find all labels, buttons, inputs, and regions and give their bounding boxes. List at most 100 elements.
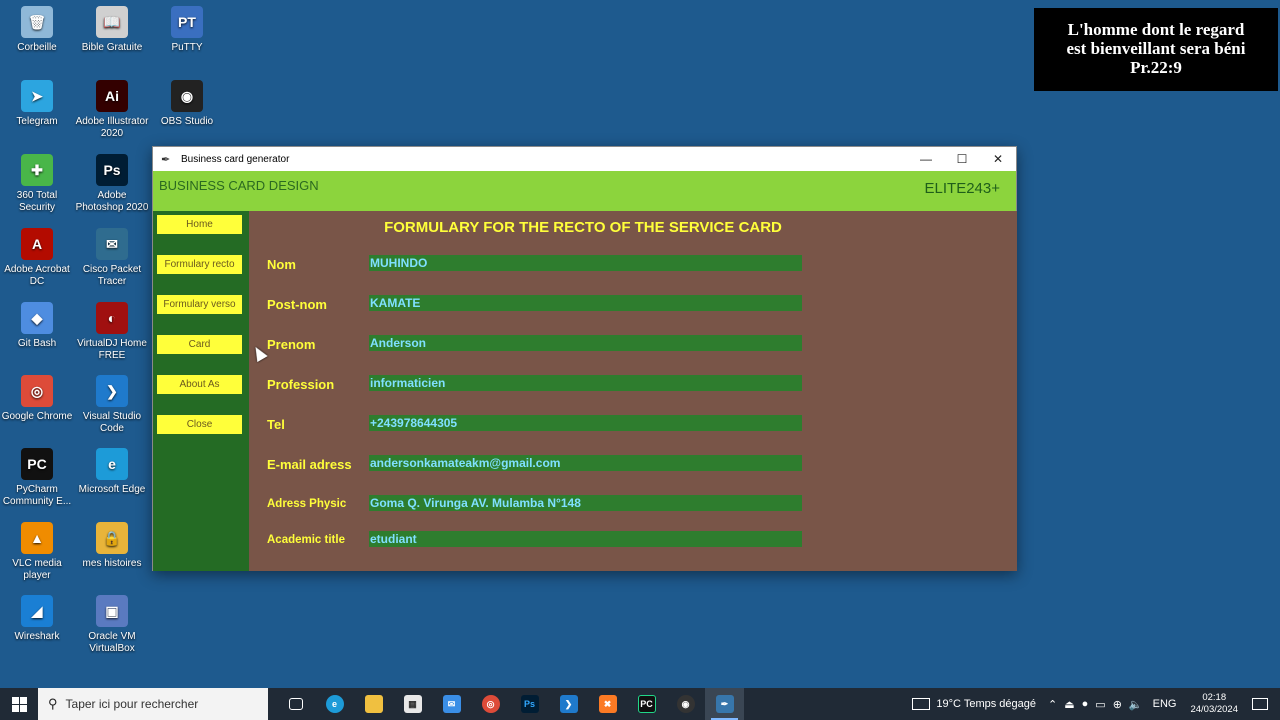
desktop-icon-label: Visual Studio Code [82, 411, 142, 434]
security-icon: ✚ [21, 154, 53, 186]
desktop-icon-label: Adobe Acrobat DC [4, 264, 70, 287]
email-input[interactable]: andersonkamateakm@gmail.com [369, 455, 802, 471]
feather-icon: ✒ [161, 153, 171, 166]
system-tray: 19°C Temps dégagé ⌃ ⏏ ● ▭ ⊕ 🔈 ENG 02:18 … [912, 688, 1280, 720]
usb-icon[interactable]: ⏏ [1064, 698, 1074, 711]
notification-icon[interactable] [1252, 698, 1268, 710]
desktop-icon[interactable]: ◆ Git Bash [0, 302, 74, 350]
clock[interactable]: 02:18 24/03/2024 [1190, 692, 1238, 716]
desktop-icon[interactable]: ◉ OBS Studio [150, 80, 224, 128]
start-button[interactable] [0, 688, 38, 720]
clock-time: 02:18 [1202, 692, 1227, 703]
desktop-icon[interactable]: ▣ Oracle VM VirtualBox [75, 595, 149, 655]
post-nom-label: Post-nom [267, 297, 327, 312]
prenom-input[interactable]: Anderson [369, 335, 802, 351]
about-button[interactable]: About As [157, 375, 242, 394]
vscode-icon: ❯ [559, 695, 578, 713]
formulary-recto-button[interactable]: Formulary recto [157, 255, 242, 274]
desktop-icon[interactable]: PT PuTTY [150, 6, 224, 54]
desktop-icon[interactable]: ❯ Visual Studio Code [75, 375, 149, 435]
chevron-up-icon[interactable]: ⌃ [1048, 698, 1057, 711]
vlc-icon: ▲ [21, 522, 53, 554]
clock-date: 24/03/2024 [1190, 704, 1238, 715]
taskbar: ⚲ Taper ici pour rechercher e ▦ ✉ ◎ Ps ❯… [0, 688, 1280, 720]
desktop-icon[interactable]: ◐ VirtualDJ Home FREE [75, 302, 149, 362]
taskbar-edge[interactable]: e [315, 688, 354, 720]
desktop-icon-label: Google Chrome [1, 411, 73, 422]
prenom-label: Prenom [267, 337, 316, 352]
taskbar-mail[interactable]: ✉ [432, 688, 471, 720]
taskbar-python[interactable]: ✒ [705, 688, 744, 720]
desktop-icon[interactable]: Ai Adobe Illustrator 2020 [75, 80, 149, 140]
recycle-bin-icon: 🗑 [21, 6, 53, 38]
chrome-icon: ◎ [481, 695, 500, 713]
desktop-icon-label: Bible Gratuite [81, 42, 143, 53]
desktop-icon[interactable]: ◢ Wireshark [0, 595, 74, 643]
folder-icon [364, 695, 383, 713]
taskbar-vscode[interactable]: ❯ [549, 688, 588, 720]
minimize-button[interactable]: — [908, 147, 944, 171]
taskbar-xampp[interactable]: ✖ [588, 688, 627, 720]
formulary-verso-button[interactable]: Formulary verso [157, 295, 242, 314]
virtualdj-icon: ◐ [96, 302, 128, 334]
taskbar-chrome[interactable]: ◎ [471, 688, 510, 720]
taskbar-search[interactable]: ⚲ Taper ici pour rechercher [38, 688, 268, 720]
desktop-icon[interactable]: Ps Adobe Photoshop 2020 [75, 154, 149, 214]
desktop-icon[interactable]: ✉ Cisco Packet Tracer [75, 228, 149, 288]
taskbar-pycharm[interactable]: PC [627, 688, 666, 720]
desktop-icon-label: Git Bash [17, 338, 57, 349]
tel-label: Tel [267, 417, 285, 432]
obs-icon: ◉ [171, 80, 203, 112]
chrome-icon: ◎ [21, 375, 53, 407]
language-indicator[interactable]: ENG [1153, 698, 1177, 710]
adress-physic-label: Adress Physic [267, 498, 347, 510]
desktop-icon[interactable]: ➤ Telegram [0, 80, 74, 128]
packet-tracer-icon: ✉ [96, 228, 128, 260]
close-button[interactable]: Close [157, 415, 242, 434]
desktop-icon-label: Wireshark [14, 631, 60, 642]
app-header-title: BUSINESS CARD DESIGN [159, 178, 319, 193]
windows-logo-icon [11, 696, 27, 712]
card-button[interactable]: Card [157, 335, 242, 354]
network-icon[interactable]: ⊕ [1113, 698, 1122, 711]
academic-title-label: Academic title [267, 534, 345, 546]
nom-input[interactable]: MUHINDO [369, 255, 802, 271]
desktop-icon[interactable]: 🔒 mes histoires [75, 522, 149, 570]
taskbar-obs[interactable]: ◉ [666, 688, 705, 720]
weather-widget[interactable]: 19°C Temps dégagé [912, 698, 1036, 710]
business-card-window: ✒ Business card generator — ☐ ✕ BUSINESS… [152, 146, 1017, 571]
close-window-button[interactable]: ✕ [980, 147, 1016, 171]
photoshop-icon: Ps [520, 695, 539, 713]
task-view-button[interactable] [276, 688, 315, 720]
battery-icon[interactable]: ▭ [1095, 698, 1105, 711]
volume-icon[interactable]: 🔈 [1129, 698, 1143, 711]
app-tray-icon[interactable]: ● [1082, 698, 1089, 711]
nom-label: Nom [267, 257, 296, 272]
desktop-icon[interactable]: 📖 Bible Gratuite [75, 6, 149, 54]
tel-input[interactable]: +243978644305 [369, 415, 802, 431]
maximize-button[interactable]: ☐ [944, 147, 980, 171]
python-icon: ✒ [715, 695, 734, 713]
desktop-icon[interactable]: A Adobe Acrobat DC [0, 228, 74, 288]
store-icon: ▦ [403, 695, 422, 713]
desktop-icon[interactable]: ✚ 360 Total Security [0, 154, 74, 214]
taskbar-explorer[interactable] [354, 688, 393, 720]
title-bar[interactable]: ✒ Business card generator — ☐ ✕ [153, 147, 1016, 171]
profession-input[interactable]: informaticien [369, 375, 802, 391]
desktop-icon[interactable]: PC PyCharm Community E... [0, 448, 74, 508]
adress-physic-input[interactable]: Goma Q. Virunga AV. Mulamba N°148 [369, 495, 802, 511]
home-button[interactable]: Home [157, 215, 242, 234]
taskbar-store[interactable]: ▦ [393, 688, 432, 720]
desktop-icon[interactable]: ▲ VLC media player [0, 522, 74, 582]
photoshop-icon: Ps [96, 154, 128, 186]
telegram-icon: ➤ [21, 80, 53, 112]
academic-title-input[interactable]: etudiant [369, 531, 802, 547]
taskbar-photoshop[interactable]: Ps [510, 688, 549, 720]
form-title: FORMULARY FOR THE RECTO OF THE SERVICE C… [384, 219, 782, 236]
desktop-icon[interactable]: e Microsoft Edge [75, 448, 149, 496]
desktop-icon[interactable]: ◎ Google Chrome [0, 375, 74, 423]
quote-line-3: Pr.22:9 [1130, 58, 1182, 77]
post-nom-input[interactable]: KAMATE [369, 295, 802, 311]
desktop-icon[interactable]: 🗑 Corbeille [0, 6, 74, 54]
putty-icon: PT [171, 6, 203, 38]
